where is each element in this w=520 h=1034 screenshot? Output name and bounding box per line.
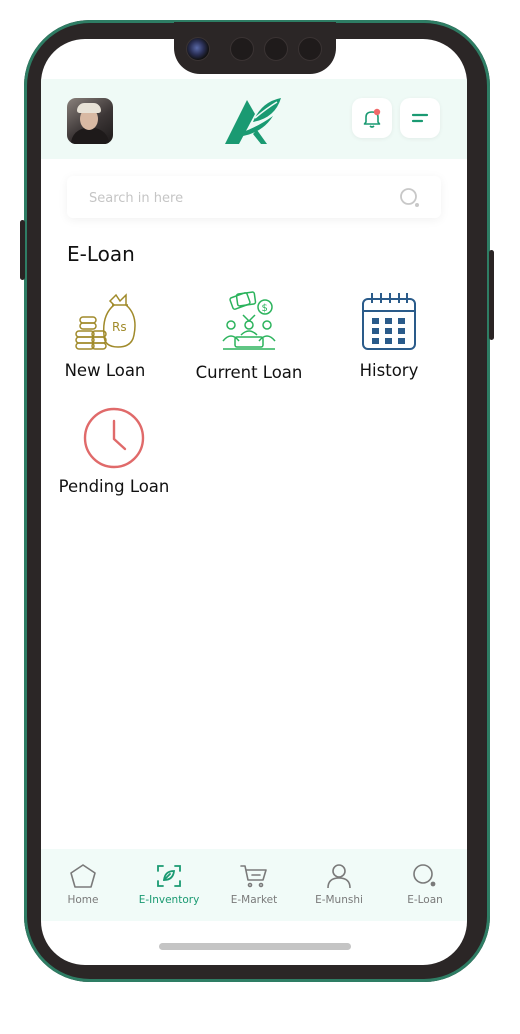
sensor-icon [230, 37, 254, 61]
phone-notch [174, 22, 336, 74]
home-icon [70, 864, 96, 888]
avatar[interactable] [67, 98, 113, 144]
tab-label: Home [67, 894, 99, 906]
scan-leaf-icon [157, 865, 181, 887]
tab-label: E-Loan [407, 894, 443, 906]
home-indicator [159, 943, 351, 950]
leaf-logo [225, 98, 281, 144]
tile-label: Current Loan [195, 363, 303, 382]
screen: E-Loan Rs New Loan [41, 39, 467, 965]
tile-pending-loan[interactable]: Pending Loan [51, 407, 177, 496]
tab-label: E-Inventory [138, 894, 200, 906]
volume-button [20, 220, 25, 280]
user-icon [327, 864, 351, 889]
tab-home[interactable]: Home [41, 863, 125, 906]
tile-label: New Loan [64, 361, 146, 380]
calendar-icon [362, 293, 416, 350]
tile-history[interactable]: History [337, 291, 441, 380]
tab-label: E-Munshi [315, 894, 363, 906]
search-icon[interactable] [399, 187, 421, 209]
svg-text:$: $ [262, 303, 268, 314]
team-money-icon: $ [222, 291, 276, 350]
tile-current-loan[interactable]: $ Current Loan [191, 291, 307, 382]
app-header [41, 79, 467, 159]
clock-icon [83, 407, 145, 469]
sensor-icon [264, 37, 288, 61]
tile-label: Pending Loan [58, 477, 170, 496]
svg-text:Rs: Rs [112, 320, 127, 334]
menu-icon [411, 113, 429, 123]
search-bar [67, 176, 441, 218]
tile-label: History [359, 361, 419, 380]
tab-e-munshi[interactable]: E-Munshi [297, 863, 381, 906]
search-input[interactable] [87, 186, 381, 210]
tab-label: E-Market [230, 894, 278, 906]
section-title: E-Loan [67, 242, 135, 266]
tab-e-market[interactable]: E-Market [212, 863, 296, 906]
bottom-tab-bar: Home E-Inventory E-Market E-Munshi E-Loa… [41, 849, 467, 921]
search-icon [413, 864, 436, 887]
tab-e-loan[interactable]: E-Loan [383, 863, 467, 906]
bell-icon [363, 108, 381, 128]
sensor-icon [298, 37, 322, 61]
money-bag-coins-icon: Rs [75, 293, 136, 350]
cart-icon [240, 865, 267, 888]
tab-e-inventory[interactable]: E-Inventory [127, 863, 211, 906]
power-button [489, 250, 494, 340]
notification-button[interactable] [352, 98, 392, 138]
tile-new-loan[interactable]: Rs New Loan [55, 291, 155, 380]
menu-button[interactable] [400, 98, 440, 138]
camera-icon [186, 37, 210, 61]
notification-badge [373, 108, 381, 116]
